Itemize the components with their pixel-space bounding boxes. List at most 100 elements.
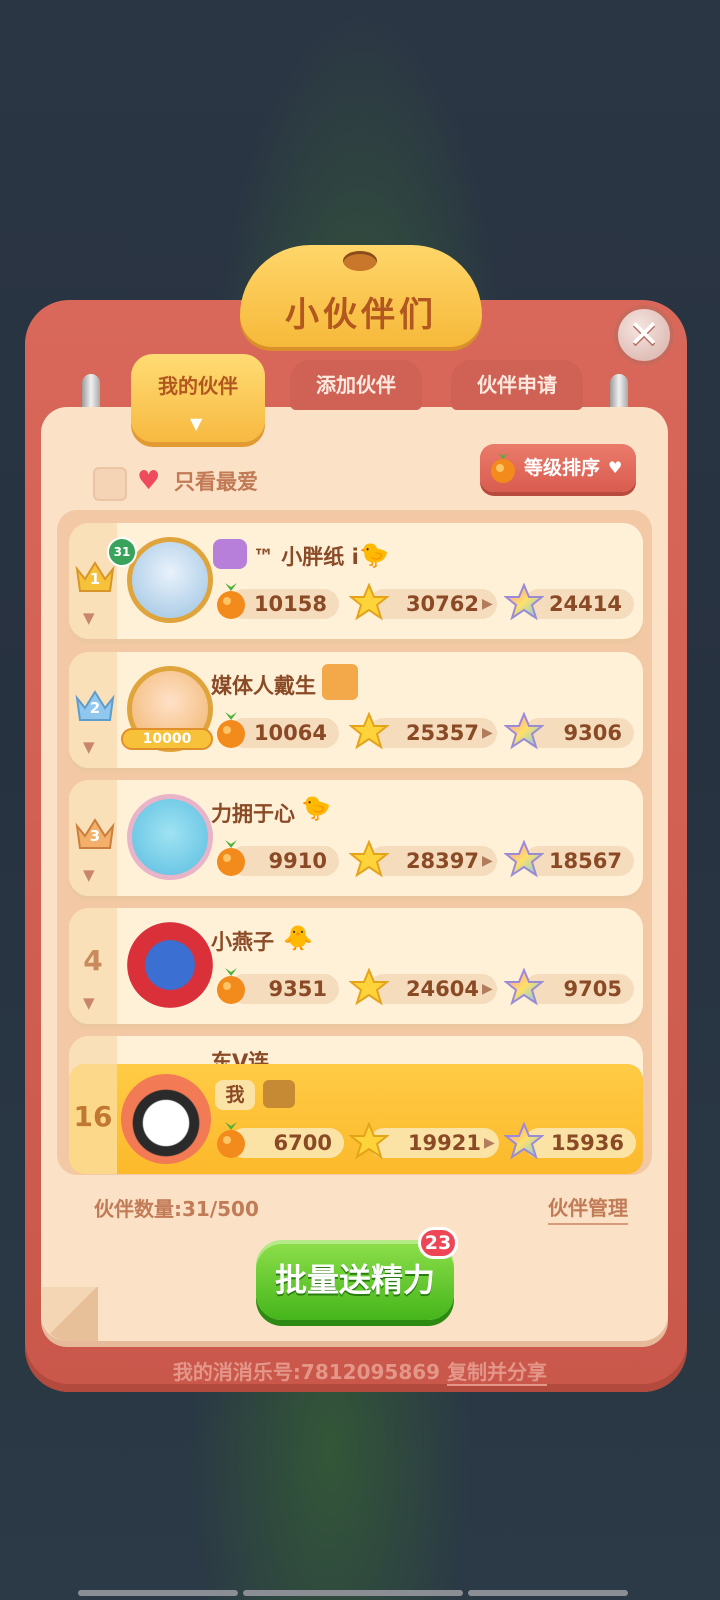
favorites-label: 只看最爱 xyxy=(174,470,258,494)
title-clip: 小伙伴们 xyxy=(240,245,482,347)
friend-card[interactable]: 1 ▼ 31 ™ 小胖纸 i 🐤 10158 30762 ▶ 24414 xyxy=(69,523,643,639)
rainbow-star-icon xyxy=(504,840,544,878)
avatar-frame-badge: 10000 xyxy=(121,728,213,750)
rainbow-star-icon xyxy=(504,583,544,621)
page-title: 小伙伴们 xyxy=(285,295,437,335)
tab-friend-requests[interactable]: 伙伴申请 xyxy=(451,360,583,410)
close-icon: ✕ xyxy=(628,312,660,356)
rank-crown: 3 xyxy=(75,816,115,850)
star-icon xyxy=(349,712,389,750)
sort-label: 等级排序 xyxy=(524,457,601,479)
expand-icon[interactable]: ▼ xyxy=(83,994,95,1012)
rank-crown: 1 xyxy=(75,559,115,593)
level-number: 31 xyxy=(113,545,131,559)
friend-card[interactable]: 4 ▼ 小燕子 🐥 9351 24604 ▶ 9705 xyxy=(69,908,643,1024)
manage-friends-link[interactable]: 伙伴管理 xyxy=(548,1192,628,1225)
friend-name: ™ 小胖纸 i xyxy=(253,545,359,569)
play-icon: ▶ xyxy=(482,981,493,997)
footer: 我的消消乐号:7812095869 复制并分享 xyxy=(0,1356,720,1386)
rainbow-star-icon xyxy=(504,968,544,1006)
level-badge: 31 xyxy=(107,537,137,567)
friend-name: 媒体人戴生 xyxy=(211,674,316,698)
friend-card[interactable]: 2 ▼ 10000 媒体人戴生 10064 25357 ▶ 9306 xyxy=(69,652,643,768)
energy-value: 9910 xyxy=(268,849,327,873)
me-label: 我 xyxy=(215,1080,255,1110)
tab-indicator-icon: ▼ xyxy=(190,414,203,433)
tab-label: 伙伴申请 xyxy=(477,373,557,397)
energy-value: 6700 xyxy=(273,1131,332,1155)
friend-name: 力拥于心 xyxy=(211,802,295,826)
nav-bar-segment xyxy=(468,1590,628,1596)
energy-value: 9351 xyxy=(268,977,327,1001)
rainbow-star-value: 18567 xyxy=(548,849,622,873)
energy-fruit-icon xyxy=(217,712,245,748)
star-value: 24604 xyxy=(405,977,479,1001)
rank-number: 16 xyxy=(73,1100,113,1133)
tab-label: 添加伙伴 xyxy=(316,373,396,397)
star-icon xyxy=(349,840,389,878)
sort-by-level-button[interactable]: 等级排序 ♥ xyxy=(480,444,636,492)
friend-card[interactable]: 3 ▼ 力拥于心 🐤 9910 28397 ▶ 18567 xyxy=(69,780,643,896)
send-button-label: 批量送精力 xyxy=(274,1261,435,1299)
star-value: 30762 xyxy=(405,592,479,616)
energy-fruit-icon xyxy=(217,968,245,1004)
avatar[interactable] xyxy=(127,537,213,623)
rank-number: 3 xyxy=(89,827,101,845)
avatar-badge-text: 10000 xyxy=(142,731,192,747)
favorites-checkbox[interactable] xyxy=(93,467,127,501)
chick-icon: 🐤 xyxy=(301,794,331,822)
expand-icon[interactable]: ▼ xyxy=(83,866,95,884)
rainbow-star-value: 9705 xyxy=(563,977,622,1001)
copy-share-link[interactable]: 复制并分享 xyxy=(447,1360,548,1386)
energy-fruit-icon xyxy=(217,583,245,619)
star-value: 25357 xyxy=(405,721,479,745)
play-icon: ▶ xyxy=(482,725,493,741)
rank-number: 4 xyxy=(83,944,103,977)
play-icon: ▶ xyxy=(484,1135,495,1151)
tab-my-friends[interactable]: 我的伙伴 ▼ xyxy=(131,354,265,442)
expand-icon[interactable]: ▼ xyxy=(83,738,95,756)
avatar[interactable] xyxy=(121,1074,211,1164)
friend-count: 伙伴数量:31/500 xyxy=(94,1197,259,1221)
tab-add-friend[interactable]: 添加伙伴 xyxy=(290,360,422,410)
chick-badge-icon xyxy=(322,664,358,700)
energy-fruit-icon xyxy=(217,1122,245,1158)
home-indicator[interactable] xyxy=(243,1590,463,1596)
page-curl xyxy=(42,1287,98,1341)
avatar[interactable] xyxy=(127,794,213,880)
energy-value: 10064 xyxy=(253,721,327,745)
expand-icon[interactable]: ▼ xyxy=(83,609,95,627)
play-icon: ▶ xyxy=(482,596,493,612)
nav-bar-segment xyxy=(78,1590,238,1596)
notification-badge: 23 xyxy=(418,1227,458,1259)
rainbow-star-value: 15936 xyxy=(550,1131,624,1155)
energy-fruit-icon xyxy=(217,840,245,876)
clip-hole xyxy=(343,251,377,271)
treasure-chest-icon xyxy=(263,1080,295,1108)
rainbow-star-value: 24414 xyxy=(548,592,622,616)
star-value: 19921 xyxy=(407,1131,481,1155)
heart-icon: ♥ xyxy=(608,458,623,477)
star-icon xyxy=(349,968,389,1006)
my-rank-card[interactable]: 16 我 6700 19921 ▶ 15936 xyxy=(69,1064,643,1174)
player-id-text: 我的消消乐号:7812095869 xyxy=(172,1360,441,1384)
rainbow-star-icon xyxy=(504,1122,544,1160)
star-value: 28397 xyxy=(405,849,479,873)
avatar[interactable] xyxy=(127,922,213,1008)
tab-label: 我的伙伴 xyxy=(158,374,238,398)
chick-icon: 🐤 xyxy=(359,541,389,569)
star-icon xyxy=(349,583,389,621)
chick-icon: 🐥 xyxy=(283,924,313,952)
rank-crown: 2 xyxy=(75,688,115,722)
heart-icon: ♥ xyxy=(137,466,161,496)
rainbow-star-value: 9306 xyxy=(563,721,622,745)
star-icon xyxy=(349,1122,389,1160)
rank-number: 1 xyxy=(89,570,101,588)
rainbow-star-icon xyxy=(504,712,544,750)
rank-number: 2 xyxy=(89,699,101,717)
close-button[interactable]: ✕ xyxy=(614,305,674,365)
vip-icon xyxy=(213,539,247,569)
play-icon: ▶ xyxy=(482,853,493,869)
friend-name: 小燕子 xyxy=(211,930,274,954)
badge-count: 23 xyxy=(424,1232,452,1254)
